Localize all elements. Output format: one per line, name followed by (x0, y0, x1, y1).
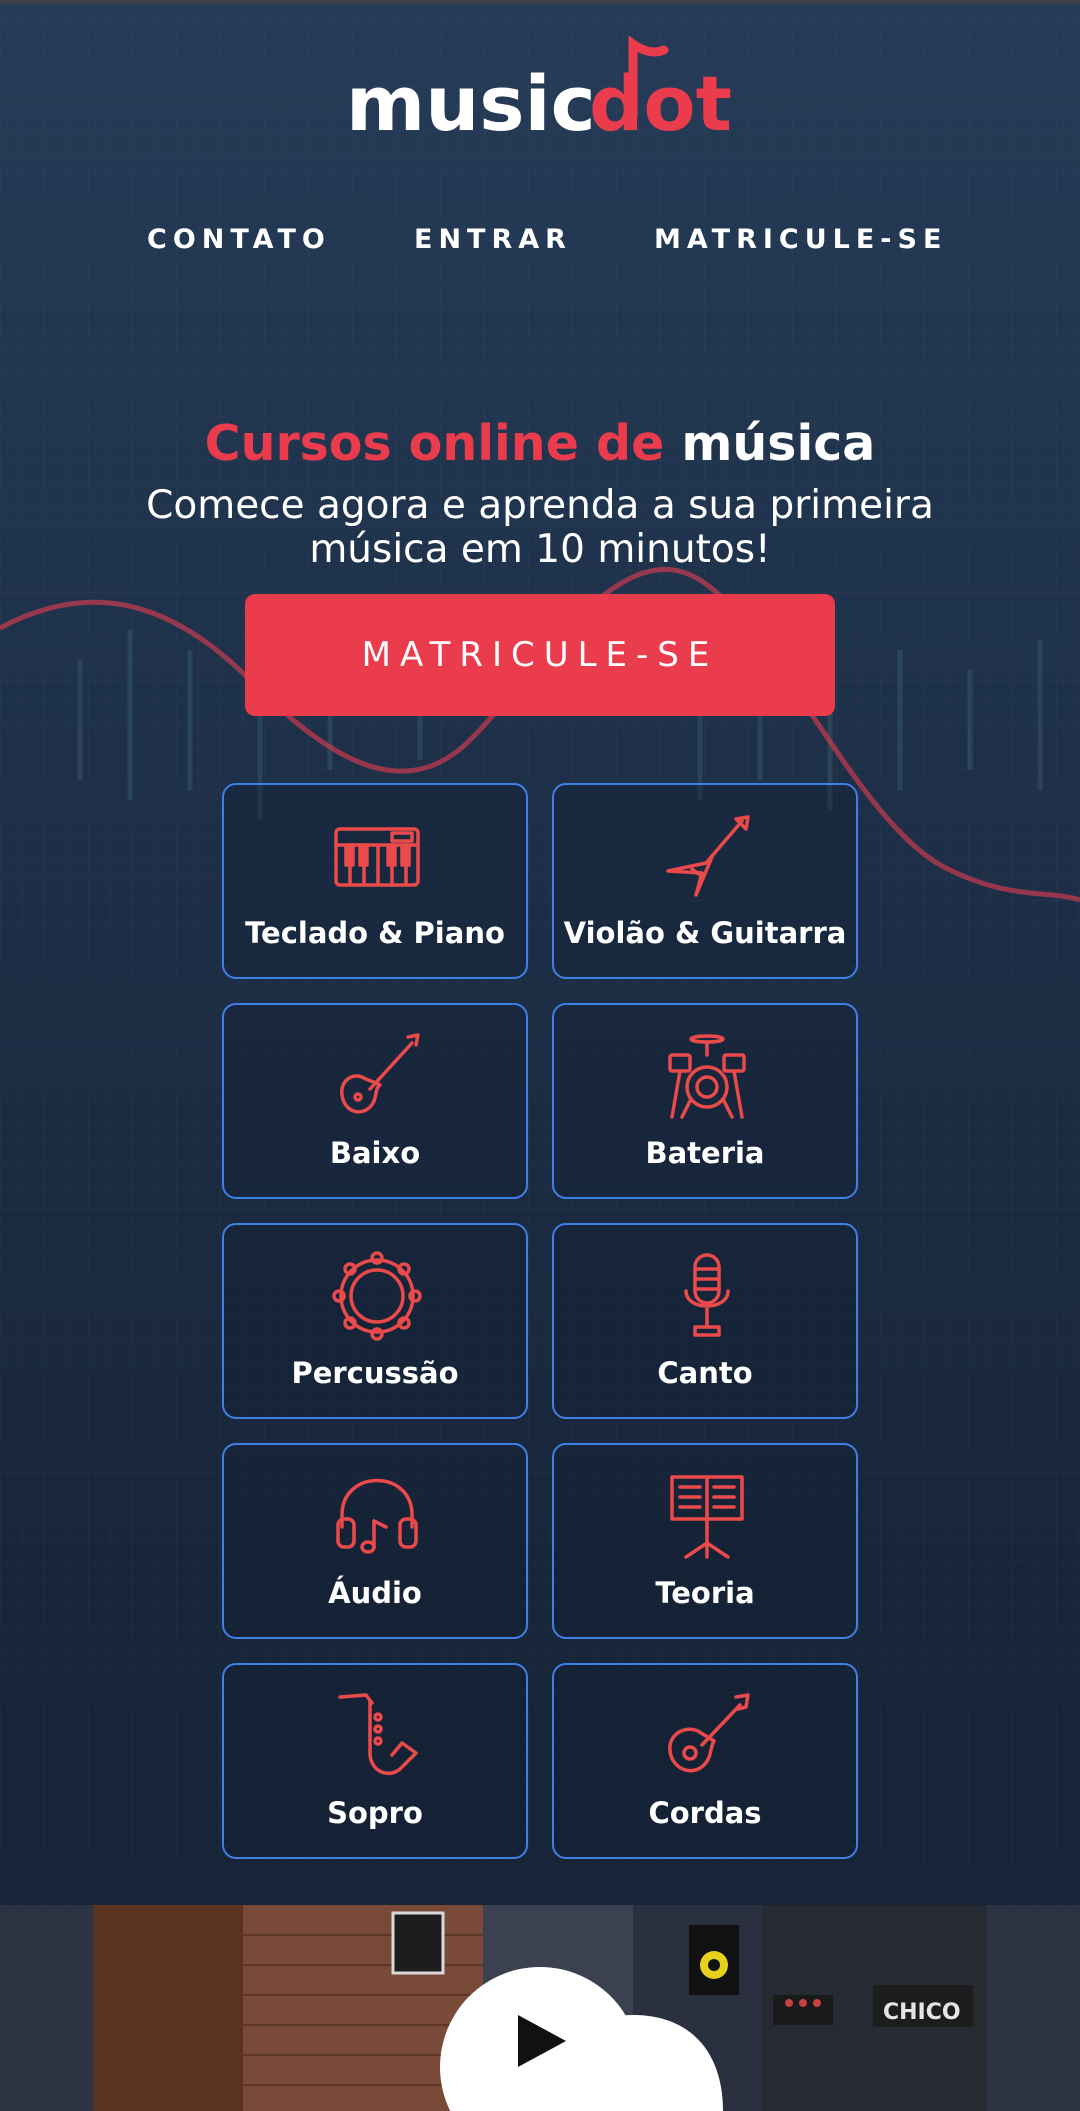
top-border (0, 0, 1080, 4)
bass-guitar-icon (340, 1033, 420, 1114)
saxophone-icon (338, 1693, 418, 1775)
course-card-canto[interactable]: Canto (552, 1223, 858, 1419)
hero-title: Cursos online de música (0, 412, 1080, 476)
drum-kit-icon (668, 1034, 746, 1119)
course-card-violao-guitarra[interactable]: Violão & Guitarra (552, 783, 858, 979)
course-card-percussao[interactable]: Percussão (222, 1223, 528, 1419)
course-card-cordas[interactable]: Cordas (552, 1663, 858, 1859)
course-label: Violão & Guitarra (563, 916, 847, 950)
course-card-sopro[interactable]: Sopro (222, 1663, 528, 1859)
nav-matricule-se[interactable]: MATRICULE-SE (654, 220, 947, 260)
course-label: Sopro (327, 1796, 423, 1830)
poster-sign-text: CHICO (883, 2000, 961, 2025)
tambourine-icon (332, 1251, 422, 1341)
page-background (0, 0, 1080, 2111)
headphones-icon (336, 1478, 418, 1554)
course-card-baixo[interactable]: Baixo (222, 1003, 528, 1199)
ukulele-icon (668, 1693, 750, 1773)
course-label: Teclado & Piano (245, 916, 505, 950)
course-card-teoria[interactable]: Teoria (552, 1443, 858, 1639)
logo-text-music: music (346, 59, 596, 146)
course-label: Cordas (648, 1796, 762, 1830)
enroll-button[interactable]: MATRICULE-SE (245, 594, 835, 716)
music-stand-icon (670, 1475, 744, 1559)
course-label: Canto (657, 1356, 753, 1390)
electric-guitar-icon (666, 815, 750, 897)
course-card-teclado-piano[interactable]: Teclado & Piano (222, 783, 528, 979)
course-label: Percussão (291, 1356, 459, 1390)
keyboard-icon (334, 827, 420, 887)
logo-text-dot: dot (589, 59, 732, 146)
nav-contato[interactable]: CONTATO (147, 220, 331, 260)
course-card-audio[interactable]: Áudio (222, 1443, 528, 1639)
hero-title-white: música (681, 415, 876, 472)
microphone-icon (684, 1253, 730, 1337)
course-video-thumbnail[interactable]: CHICO (93, 1905, 987, 2111)
course-label: Baixo (329, 1136, 421, 1170)
course-card-bateria[interactable]: Bateria (552, 1003, 858, 1199)
hero-title-red: Cursos online de (204, 415, 665, 472)
course-label: Bateria (645, 1136, 765, 1170)
nav-entrar[interactable]: ENTRAR (414, 220, 572, 260)
musicdot-logo[interactable]: music dot (0, 36, 1080, 146)
course-label: Teoria (655, 1576, 755, 1610)
course-label: Áudio (328, 1576, 422, 1610)
top-navigation: CONTATO ENTRAR MATRICULE-SE (0, 220, 1080, 260)
hero-subtitle: Comece agora e aprenda a sua primeira mú… (146, 483, 934, 572)
play-icon (518, 2015, 566, 2067)
